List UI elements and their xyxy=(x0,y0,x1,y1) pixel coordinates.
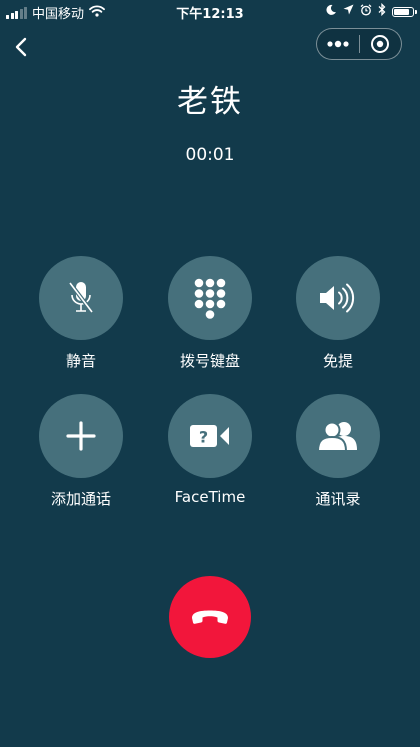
keypad-icon xyxy=(194,278,226,319)
speaker-icon xyxy=(320,283,355,313)
add-call-control: 添加通话 xyxy=(21,394,141,509)
add-call-label: 添加通话 xyxy=(50,490,111,508)
svg-text:?: ? xyxy=(199,428,208,447)
target-icon xyxy=(371,35,390,53)
keypad-label: 拨号键盘 xyxy=(179,352,240,370)
call-duration: 00:01 xyxy=(185,145,235,165)
facetime-control: ? FaceTime xyxy=(150,394,270,506)
mini-program-capsule xyxy=(316,28,402,60)
bluetooth-icon xyxy=(378,2,386,20)
contact-name: 老铁 xyxy=(177,84,243,120)
close-mini-program-button[interactable] xyxy=(360,29,402,59)
more-icon xyxy=(327,40,349,48)
phone-hangup-icon xyxy=(192,610,228,624)
speaker-control: 免提 xyxy=(278,256,398,371)
end-call-button[interactable] xyxy=(169,576,251,658)
contacts-label: 通讯录 xyxy=(315,490,361,508)
moon-icon xyxy=(325,4,337,20)
keypad-button[interactable] xyxy=(168,256,252,340)
status-right xyxy=(325,2,417,20)
battery-icon xyxy=(392,6,417,17)
add-call-button[interactable] xyxy=(39,394,123,478)
keypad-control: 拨号键盘 xyxy=(150,256,270,371)
contacts-button[interactable] xyxy=(296,394,380,478)
facetime-label: FaceTime xyxy=(174,488,246,506)
location-icon xyxy=(343,4,354,19)
mute-control: 静音 xyxy=(21,256,141,371)
speaker-label: 免提 xyxy=(322,352,353,370)
contacts-control: 通讯录 xyxy=(278,394,398,509)
battery-fill xyxy=(394,8,409,15)
plus-icon xyxy=(66,421,96,451)
mic-off-icon xyxy=(68,281,94,314)
alarm-icon xyxy=(360,3,372,20)
mute-label: 静音 xyxy=(65,352,96,370)
mute-button[interactable] xyxy=(39,256,123,340)
speaker-button[interactable] xyxy=(296,256,380,340)
back-icon xyxy=(15,37,27,57)
facetime-button[interactable]: ? xyxy=(168,394,252,478)
facetime-icon: ? xyxy=(190,425,229,447)
back-button[interactable] xyxy=(8,32,34,62)
contacts-icon xyxy=(316,421,357,452)
status-bar: 中国移动 下午12:13 xyxy=(0,0,420,22)
more-button[interactable] xyxy=(317,29,359,59)
